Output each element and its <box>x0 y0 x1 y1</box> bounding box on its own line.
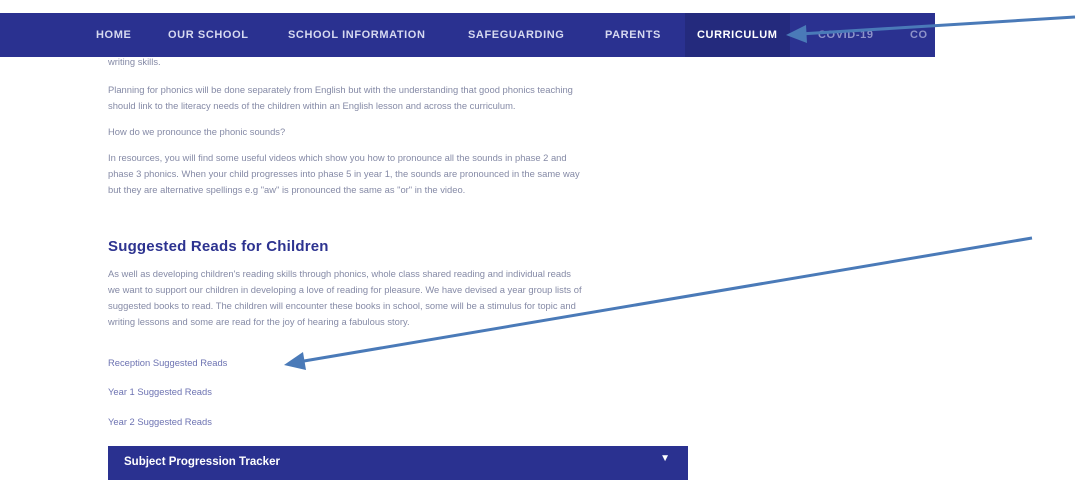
arrow-annotation-reception-reads <box>284 236 1033 370</box>
annotation-arrows <box>284 15 1076 370</box>
arrow-annotation-curriculum <box>786 15 1076 43</box>
